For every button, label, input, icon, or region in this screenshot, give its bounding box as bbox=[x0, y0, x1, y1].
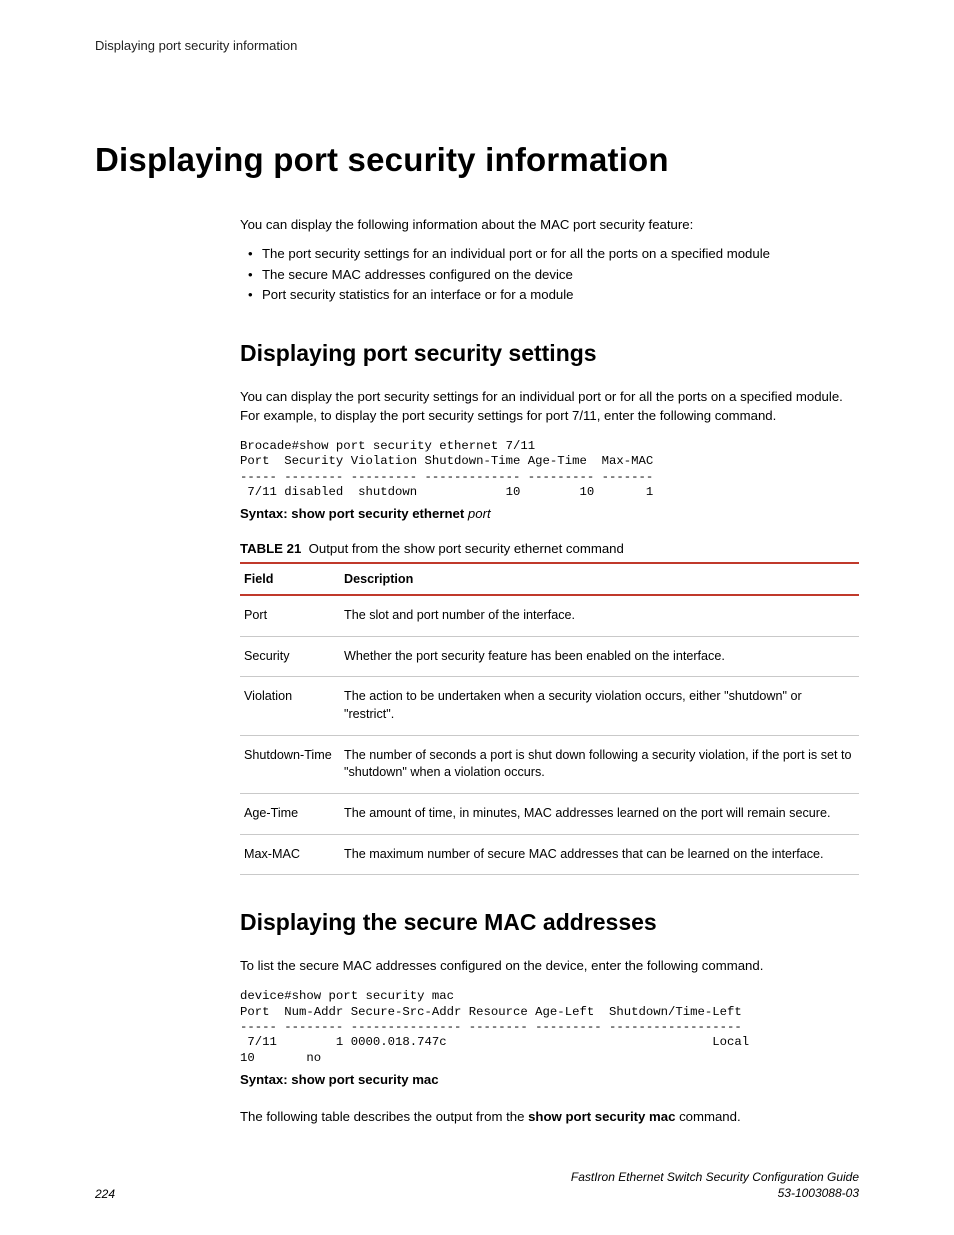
list-item: The secure MAC addresses configured on t… bbox=[240, 265, 859, 285]
text-span: command. bbox=[675, 1109, 740, 1124]
table-number: TABLE 21 bbox=[240, 541, 301, 556]
cell-desc: The maximum number of secure MAC address… bbox=[340, 834, 859, 875]
section1-paragraph: You can display the port security settin… bbox=[240, 387, 859, 425]
table-header-row: Field Description bbox=[240, 563, 859, 595]
cell-field: Shutdown-Time bbox=[240, 735, 340, 793]
cell-desc: Whether the port security feature has be… bbox=[340, 636, 859, 677]
cell-field: Violation bbox=[240, 677, 340, 735]
code-block-ethernet: Brocade#show port security ethernet 7/11… bbox=[240, 439, 859, 500]
cell-desc: The number of seconds a port is shut dow… bbox=[340, 735, 859, 793]
table-row: ViolationThe action to be undertaken whe… bbox=[240, 677, 859, 735]
footer-guide: FastIron Ethernet Switch Security Config… bbox=[571, 1169, 859, 1201]
col-description: Description bbox=[340, 563, 859, 595]
main-content: You can display the following informatio… bbox=[240, 215, 859, 1126]
section2-paragraph: To list the secure MAC addresses configu… bbox=[240, 956, 859, 975]
table-row: Shutdown-TimeThe number of seconds a por… bbox=[240, 735, 859, 793]
cell-field: Max-MAC bbox=[240, 834, 340, 875]
cell-desc: The slot and port number of the interfac… bbox=[340, 595, 859, 636]
section2-after-paragraph: The following table describes the output… bbox=[240, 1107, 859, 1126]
running-header: Displaying port security information bbox=[95, 38, 859, 53]
text-span: The following table describes the output… bbox=[240, 1109, 528, 1124]
syntax-italic: port bbox=[468, 506, 491, 521]
syntax-line-ethernet: Syntax: show port security ethernet port bbox=[240, 506, 859, 521]
output-table: Field Description PortThe slot and port … bbox=[240, 562, 859, 875]
syntax-line-mac: Syntax: show port security mac bbox=[240, 1072, 859, 1087]
table-caption-text: Output from the show port security ether… bbox=[309, 541, 624, 556]
intro-paragraph: You can display the following informatio… bbox=[240, 215, 859, 234]
page-title: Displaying port security information bbox=[95, 141, 859, 179]
text-bold: show port security mac bbox=[528, 1109, 675, 1124]
syntax-bold: Syntax: show port security mac bbox=[240, 1072, 439, 1087]
table-caption: TABLE 21 Output from the show port secur… bbox=[240, 541, 859, 556]
list-item: The port security settings for an indivi… bbox=[240, 244, 859, 264]
cell-field: Age-Time bbox=[240, 793, 340, 834]
cell-desc: The amount of time, in minutes, MAC addr… bbox=[340, 793, 859, 834]
cell-field: Port bbox=[240, 595, 340, 636]
code-block-mac: device#show port security mac Port Num-A… bbox=[240, 989, 859, 1066]
syntax-bold: Syntax: show port security ethernet bbox=[240, 506, 468, 521]
section-heading-settings: Displaying port security settings bbox=[240, 340, 859, 367]
table-row: SecurityWhether the port security featur… bbox=[240, 636, 859, 677]
section-heading-mac: Displaying the secure MAC addresses bbox=[240, 909, 859, 936]
col-field: Field bbox=[240, 563, 340, 595]
list-item: Port security statistics for an interfac… bbox=[240, 285, 859, 305]
footer-guide-title: FastIron Ethernet Switch Security Config… bbox=[571, 1169, 859, 1185]
footer-guide-docnum: 53-1003088-03 bbox=[571, 1185, 859, 1201]
intro-bullet-list: The port security settings for an indivi… bbox=[240, 244, 859, 305]
cell-desc: The action to be undertaken when a secur… bbox=[340, 677, 859, 735]
table-row: Max-MACThe maximum number of secure MAC … bbox=[240, 834, 859, 875]
cell-field: Security bbox=[240, 636, 340, 677]
page-number: 224 bbox=[95, 1187, 115, 1201]
page-footer: 224 FastIron Ethernet Switch Security Co… bbox=[95, 1169, 859, 1201]
table-row: Age-TimeThe amount of time, in minutes, … bbox=[240, 793, 859, 834]
table-row: PortThe slot and port number of the inte… bbox=[240, 595, 859, 636]
